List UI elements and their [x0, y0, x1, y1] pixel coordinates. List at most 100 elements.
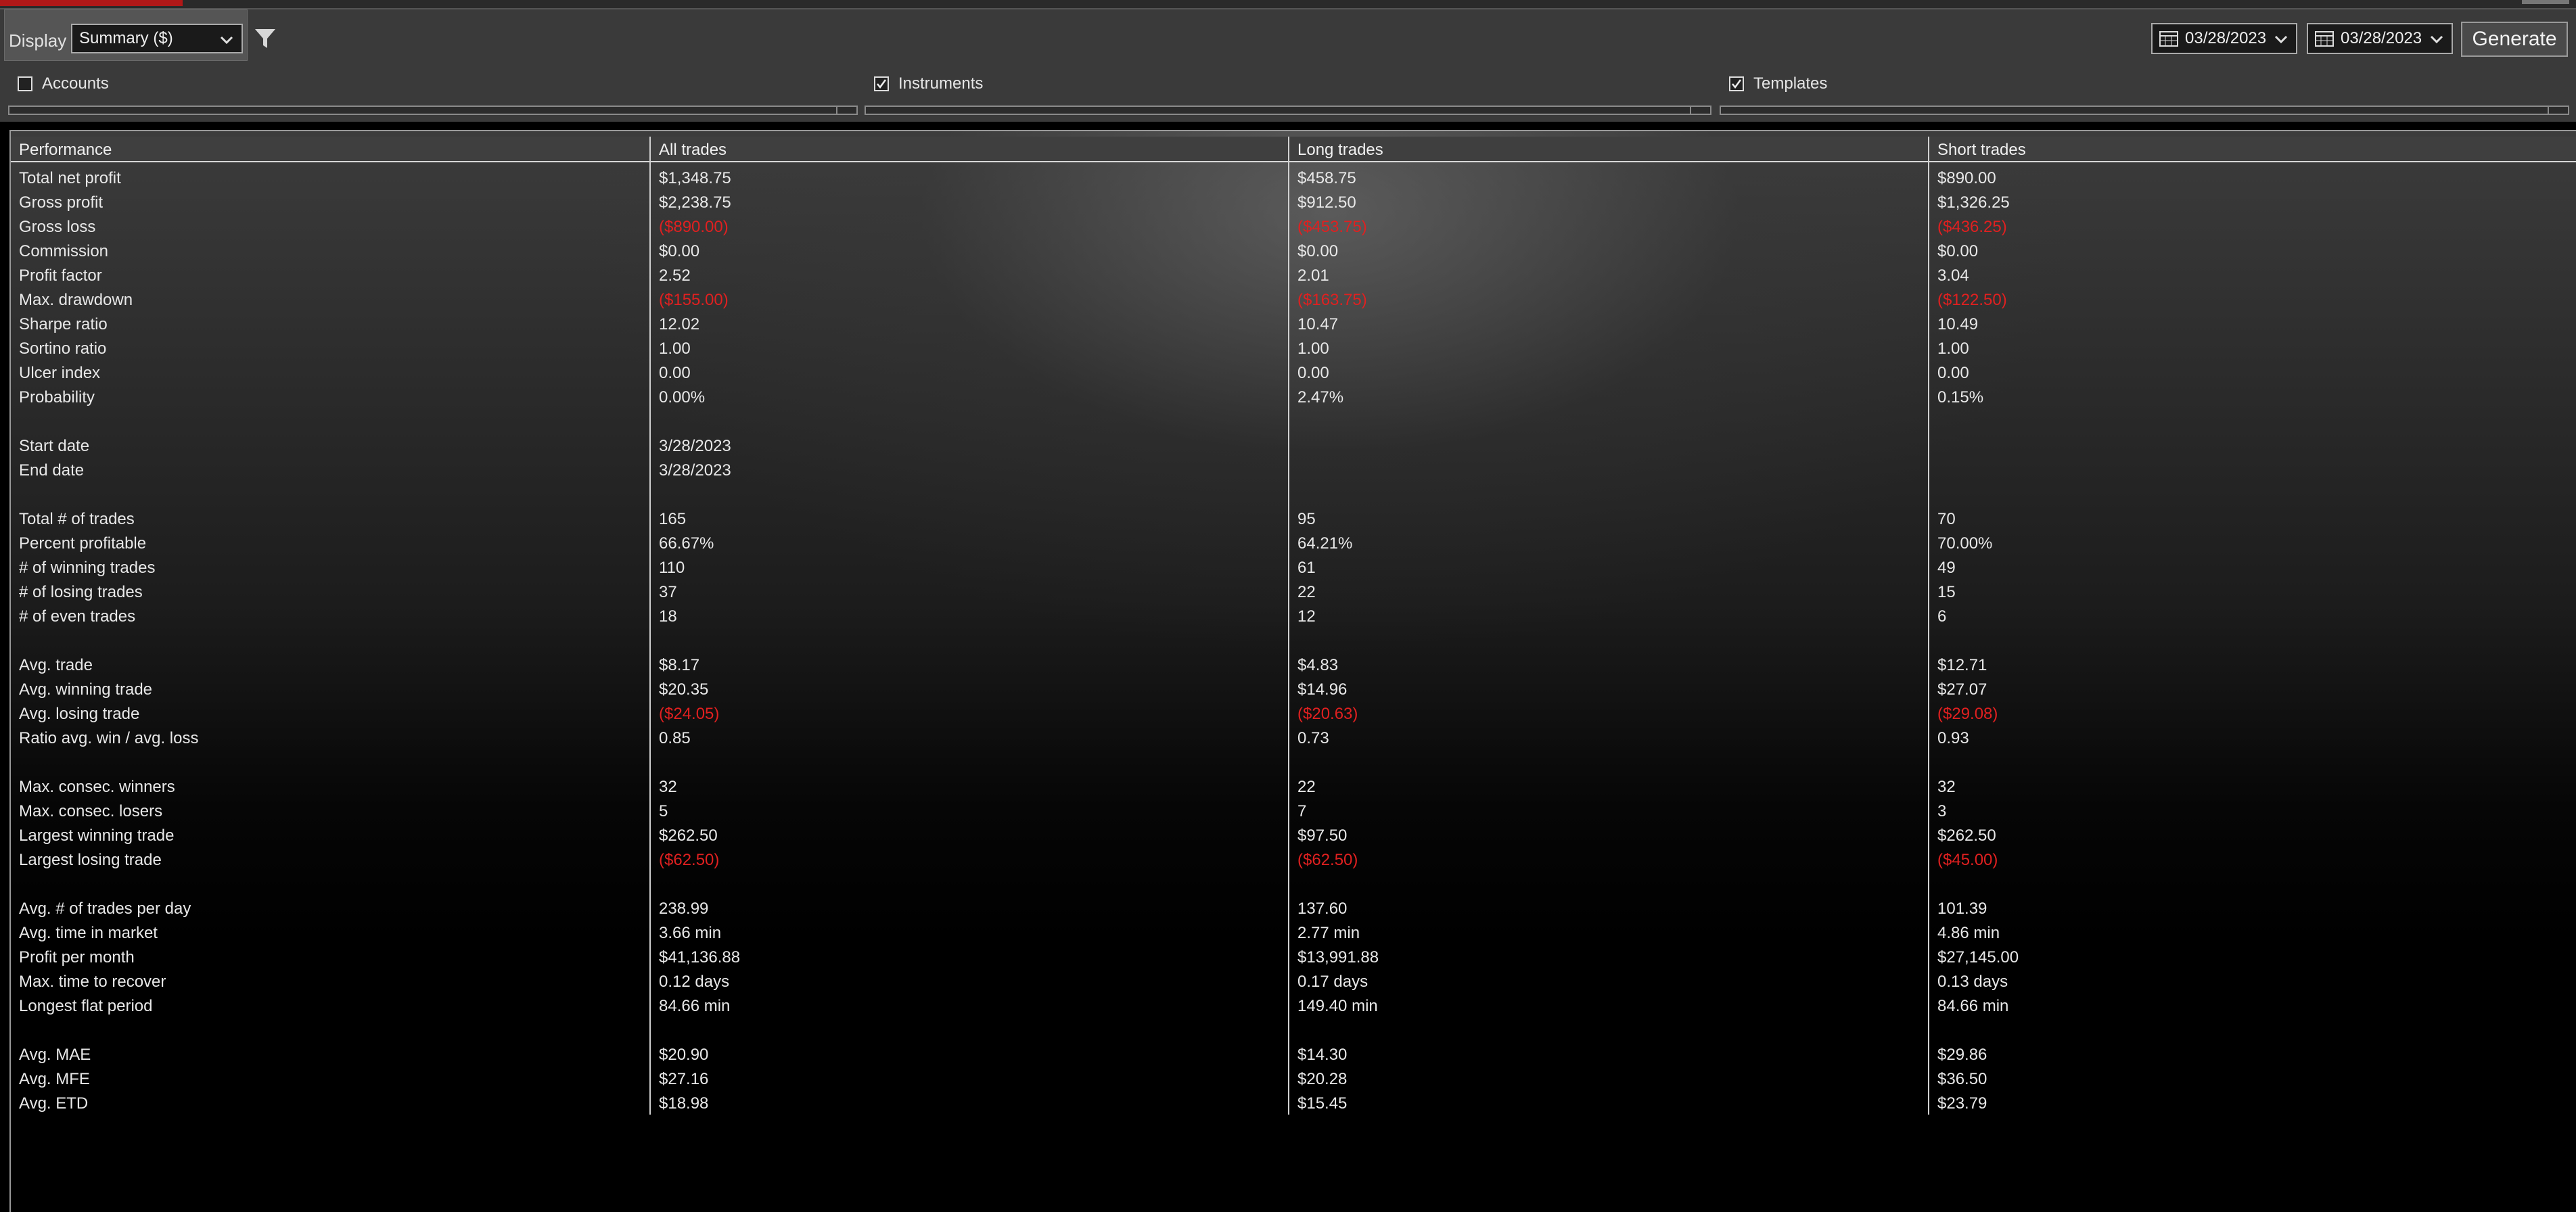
- column-header-performance[interactable]: Performance: [19, 141, 112, 160]
- short-trades-cell: $12.71: [1937, 656, 1987, 674]
- table-row[interactable]: [11, 1019, 2576, 1043]
- date-from-picker[interactable]: 03/28/2023: [2151, 23, 2297, 54]
- table-row[interactable]: [11, 872, 2576, 897]
- table-row[interactable]: End date 3/28/2023: [11, 459, 2576, 483]
- all-trades-cell: $18.98: [659, 1094, 709, 1113]
- instruments-checkbox[interactable]: [874, 76, 889, 91]
- table-row[interactable]: [11, 483, 2576, 507]
- long-trades-cell: $14.30: [1297, 1046, 1348, 1064]
- all-trades-cell: ($24.05): [659, 705, 720, 723]
- table-row[interactable]: Avg. MFE $27.16 $20.28 $36.50: [11, 1067, 2576, 1092]
- table-row[interactable]: # of losing trades 37 22 15: [11, 580, 2576, 605]
- short-trades-cell: 3: [1937, 802, 1947, 820]
- long-trades-cell: 12: [1297, 607, 1316, 626]
- long-trades-cell: $912.50: [1297, 193, 1356, 212]
- table-row[interactable]: Profit factor 2.52 2.01 3.04: [11, 264, 2576, 288]
- table-row[interactable]: # of winning trades 110 61 49: [11, 556, 2576, 580]
- table-row[interactable]: Avg. trade $8.17 $4.83 $12.71: [11, 653, 2576, 678]
- row-label: End date: [19, 461, 85, 480]
- row-label: Avg. losing trade: [19, 705, 140, 723]
- row-label: Largest losing trade: [19, 851, 162, 869]
- column-header-all-trades[interactable]: All trades: [659, 141, 727, 160]
- short-trades-cell: ($29.08): [1937, 705, 1998, 723]
- calendar-icon: [2159, 31, 2178, 47]
- display-select[interactable]: Summary ($): [71, 24, 243, 53]
- row-label: Gross profit: [19, 193, 104, 212]
- templates-checkbox[interactable]: [1729, 76, 1744, 91]
- row-label: Max. consec. losers: [19, 802, 163, 820]
- long-trades-cell: 2.47%: [1297, 388, 1344, 406]
- table-row[interactable]: Avg. # of trades per day 238.99 137.60 101.…: [11, 897, 2576, 921]
- table-row[interactable]: Largest winning trade $262.50 $97.50 $262.5…: [11, 824, 2576, 848]
- table-row[interactable]: Total net profit $1,348.75 $458.75 $890.00: [11, 166, 2576, 191]
- column-header-long-trades[interactable]: Long trades: [1297, 141, 1383, 160]
- window-controls[interactable]: [2522, 0, 2569, 4]
- row-label: Profit factor: [19, 266, 102, 285]
- all-trades-cell: $27.16: [659, 1070, 709, 1088]
- short-trades-cell: 70: [1937, 510, 1956, 528]
- accounts-checkbox[interactable]: [18, 76, 32, 91]
- filter-icon[interactable]: [254, 27, 277, 50]
- short-trades-cell: $36.50: [1937, 1070, 1987, 1088]
- table-row[interactable]: [11, 751, 2576, 775]
- short-trades-cell: 6: [1937, 607, 1947, 626]
- check-icon: [877, 79, 887, 89]
- column-header-short-trades[interactable]: Short trades: [1937, 141, 2026, 160]
- table-row[interactable]: [11, 629, 2576, 653]
- row-label: Avg. MAE: [19, 1046, 91, 1064]
- table-row[interactable]: Probability 0.00% 2.47% 0.15%: [11, 386, 2576, 410]
- all-trades-cell: $41,136.88: [659, 948, 741, 966]
- table-row[interactable]: Max. consec. losers 5 7 3: [11, 799, 2576, 824]
- table-row[interactable]: Ratio avg. win / avg. loss 0.85 0.73 0.93: [11, 726, 2576, 751]
- table-row[interactable]: Avg. winning trade $20.35 $14.96 $27.07: [11, 678, 2576, 702]
- instruments-label: Instruments: [898, 74, 984, 93]
- long-trades-cell: $14.96: [1297, 680, 1348, 699]
- generate-button[interactable]: Generate: [2461, 22, 2568, 57]
- table-row[interactable]: Sharpe ratio 12.02 10.47 10.49: [11, 312, 2576, 337]
- date-to-picker[interactable]: 03/28/2023: [2307, 23, 2453, 54]
- table-row[interactable]: Avg. losing trade ($24.05) ($20.63) ($29.08…: [11, 702, 2576, 726]
- all-trades-cell: 3/28/2023: [659, 461, 731, 480]
- table-row[interactable]: Profit per month $41,136.88 $13,991.88 $27,…: [11, 946, 2576, 970]
- short-trades-cell: 101.39: [1937, 900, 1987, 918]
- short-trades-cell: ($45.00): [1937, 851, 1998, 869]
- table-row[interactable]: Gross profit $2,238.75 $912.50 $1,326.25: [11, 191, 2576, 215]
- long-trades-cell: ($62.50): [1297, 851, 1358, 869]
- table-row[interactable]: # of even trades 18 12 6: [11, 605, 2576, 629]
- table-row[interactable]: Longest flat period 84.66 min 149.40 min 84…: [11, 994, 2576, 1019]
- short-trades-cell: ($436.25): [1937, 218, 2007, 236]
- table-row[interactable]: Ulcer index 0.00 0.00 0.00: [11, 361, 2576, 386]
- table-row[interactable]: Avg. time in market 3.66 min 2.77 min 4.86 …: [11, 921, 2576, 946]
- all-trades-cell: 0.12 days: [659, 973, 730, 991]
- all-trades-cell: $1,348.75: [659, 169, 731, 187]
- table-row[interactable]: Percent profitable 66.67% 64.21% 70.00%: [11, 532, 2576, 556]
- table-row[interactable]: Avg. ETD $18.98 $15.45 $23.79: [11, 1092, 2576, 1116]
- table-row[interactable]: Gross loss ($890.00) ($453.75) ($436.25): [11, 215, 2576, 239]
- accounts-filter-field[interactable]: [8, 106, 858, 115]
- all-trades-cell: 12.02: [659, 315, 700, 333]
- long-trades-cell: 22: [1297, 583, 1316, 601]
- table-row[interactable]: Commission $0.00 $0.00 $0.00: [11, 239, 2576, 264]
- table-row[interactable]: Avg. MAE $20.90 $14.30 $29.86: [11, 1043, 2576, 1067]
- table-row[interactable]: Max. drawdown ($155.00) ($163.75) ($122.50): [11, 288, 2576, 312]
- templates-filter-field[interactable]: [1720, 106, 2569, 115]
- long-trades-cell: 2.01: [1297, 266, 1329, 285]
- short-trades-cell: 0.15%: [1937, 388, 1984, 406]
- table-row[interactable]: Total # of trades 165 95 70: [11, 507, 2576, 532]
- table-row[interactable]: [11, 410, 2576, 434]
- filter-templates[interactable]: Templates: [1729, 74, 1827, 93]
- display-label: Display: [9, 30, 67, 51]
- row-label: Largest winning trade: [19, 826, 175, 845]
- table-row[interactable]: Max. consec. winners 32 22 32: [11, 775, 2576, 799]
- table-row[interactable]: Start date 3/28/2023: [11, 434, 2576, 459]
- filter-instruments[interactable]: Instruments: [874, 74, 983, 93]
- all-trades-cell: 1.00: [659, 340, 691, 358]
- table-row[interactable]: Sortino ratio 1.00 1.00 1.00: [11, 337, 2576, 361]
- filter-accounts[interactable]: Accounts: [18, 74, 109, 93]
- all-trades-cell: 165: [659, 510, 687, 528]
- chevron-down-icon: [2430, 35, 2443, 44]
- instruments-filter-field[interactable]: [865, 106, 1711, 115]
- short-trades-cell: $29.86: [1937, 1046, 1987, 1064]
- table-row[interactable]: Max. time to recover 0.12 days 0.17 days 0.…: [11, 970, 2576, 994]
- table-row[interactable]: Largest losing trade ($62.50) ($62.50) ($45…: [11, 848, 2576, 872]
